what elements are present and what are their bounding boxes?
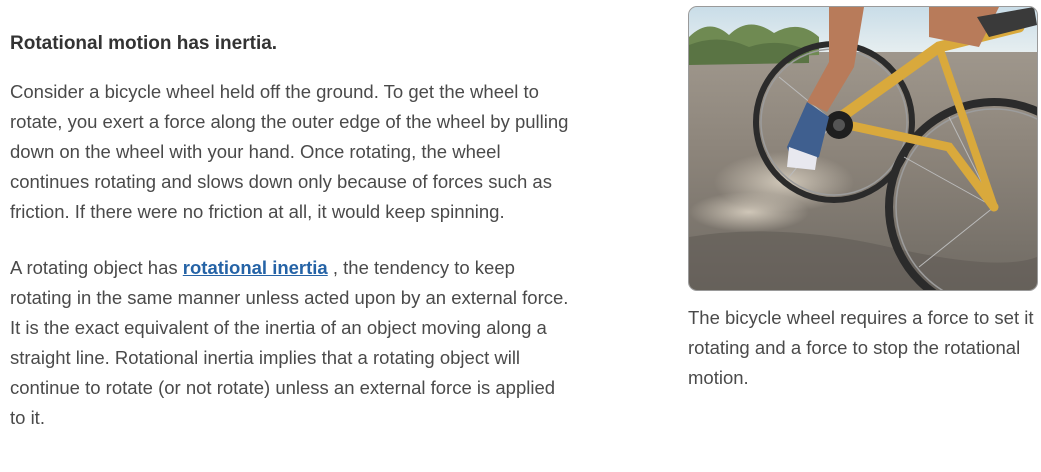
paragraph-bicycle-wheel: Consider a bicycle wheel held off the gr… — [10, 81, 569, 222]
paragraph-text-after: , the tendency to keep rotating in the s… — [10, 257, 569, 428]
section-heading: Rotational motion has inertia. — [10, 33, 278, 54]
paragraph-text-before: A rotating object has — [10, 257, 183, 278]
paragraph-rotational-inertia: A rotating object has rotational inertia… — [10, 253, 570, 433]
bicycle-photo — [688, 6, 1038, 291]
figure: The bicycle wheel requires a force to se… — [688, 6, 1038, 393]
article-body: Rotational motion has inertia. Consider … — [10, 0, 570, 433]
figure-caption: The bicycle wheel requires a force to se… — [688, 307, 1034, 388]
rotational-inertia-link[interactable]: rotational inertia — [183, 257, 328, 278]
